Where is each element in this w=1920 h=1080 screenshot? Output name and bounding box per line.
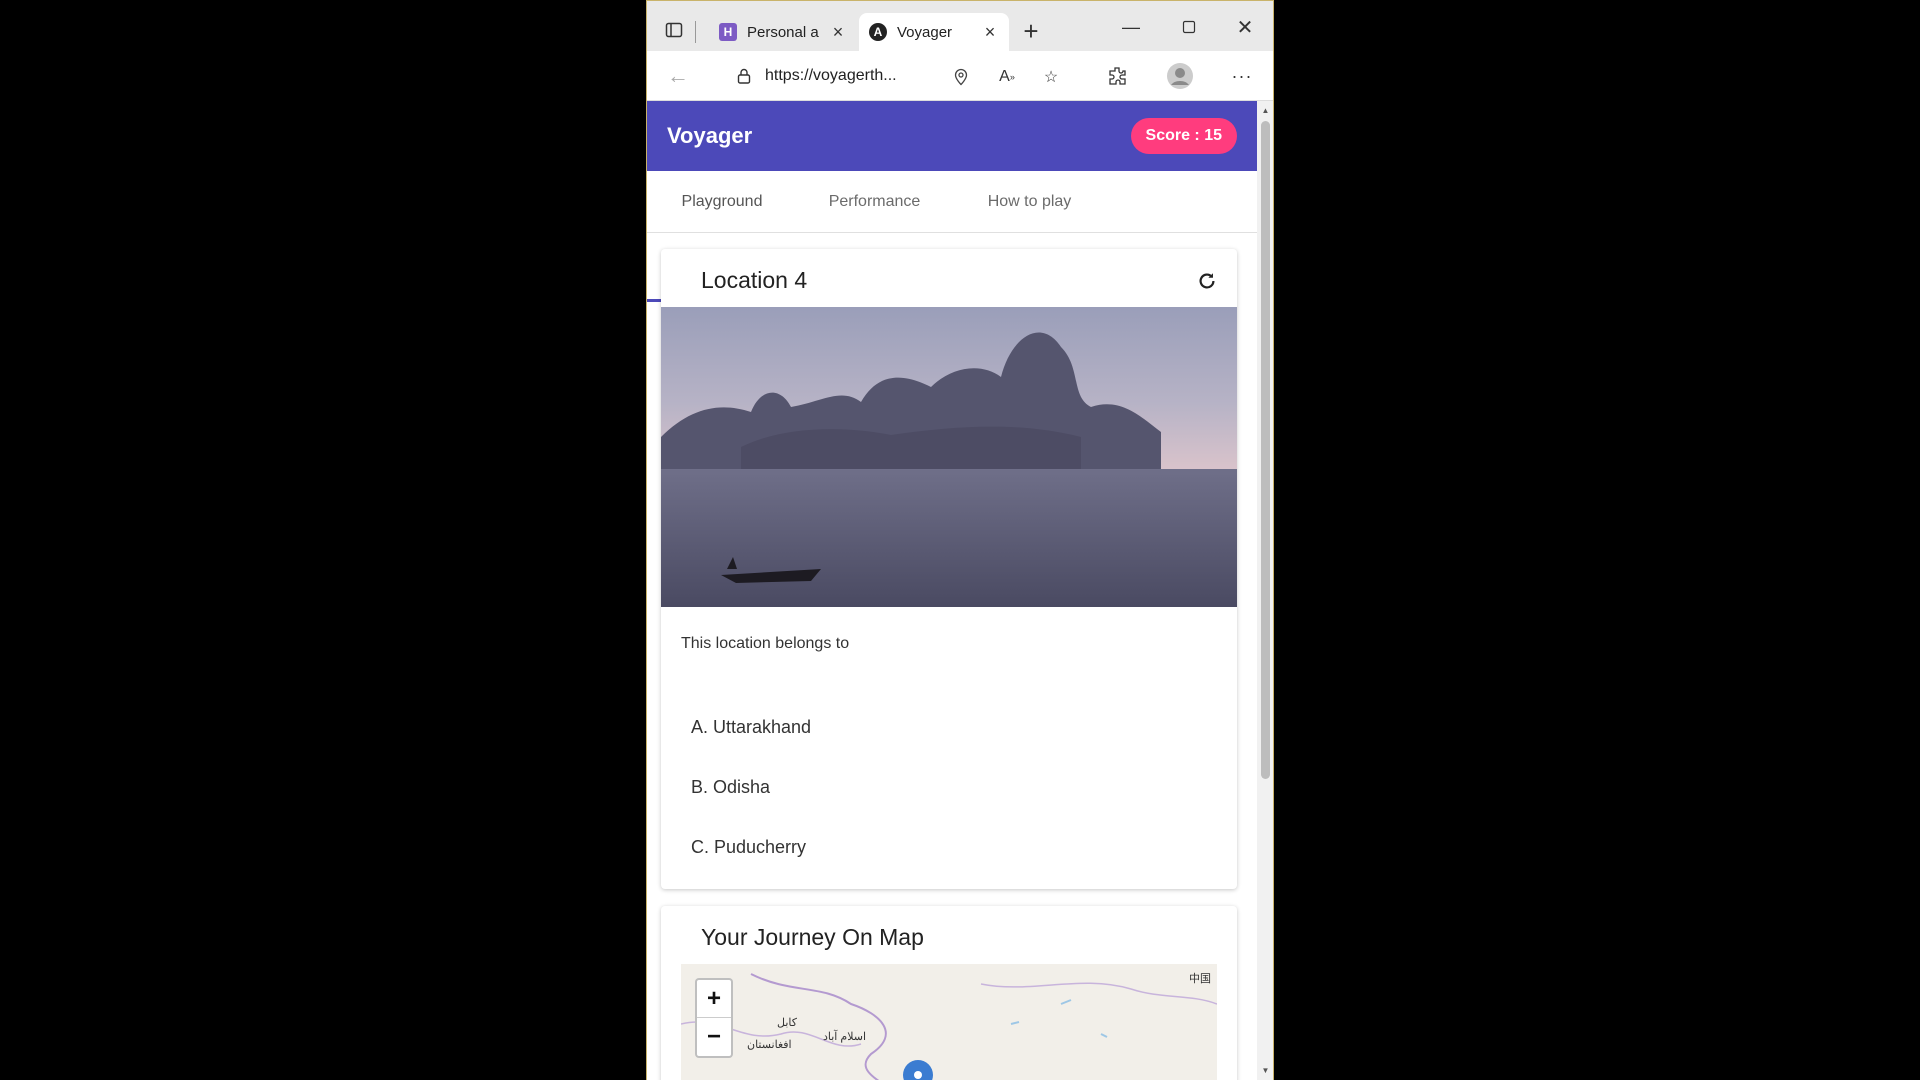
tab-title: Voyager	[897, 23, 953, 41]
tab-close-icon[interactable]: ×	[829, 22, 847, 43]
back-button[interactable]: ←	[665, 63, 691, 89]
address-toolbar: ← https://voyagerth... A» ☆ ···	[647, 51, 1273, 101]
lock-icon[interactable]	[735, 67, 753, 85]
scroll-up-arrow-icon[interactable]: ▲	[1257, 101, 1273, 119]
extensions-icon[interactable]	[1106, 65, 1128, 87]
location-card: Location 4 This location belongs to A. U…	[661, 249, 1237, 889]
tab-close-icon[interactable]: ×	[981, 22, 999, 43]
map-label: 中国	[1189, 973, 1211, 985]
map-label: کابل	[777, 1017, 797, 1029]
read-aloud-icon[interactable]: A»	[997, 67, 1017, 87]
favorites-icon[interactable]: ☆	[1041, 67, 1061, 87]
more-menu-icon[interactable]: ···	[1229, 63, 1255, 89]
map-label: افغانستان	[747, 1039, 792, 1051]
answer-option-a[interactable]: A. Uttarakhand	[691, 717, 811, 738]
location-title: Location 4	[701, 267, 808, 293]
map-label: اسلام آباد	[823, 1031, 867, 1043]
tab-favicon-icon: H	[719, 23, 737, 41]
page-scrollbar[interactable]: ▲ ▼	[1257, 101, 1273, 1080]
nav-tabs: Playground Performance How to play	[647, 171, 1257, 302]
close-window-button[interactable]: ✕	[1233, 15, 1257, 39]
location-photo	[661, 307, 1237, 607]
new-tab-button[interactable]: +	[1019, 16, 1043, 46]
browser-tab-personal[interactable]: H Personal a ×	[709, 13, 857, 51]
scrollbar-thumb[interactable]	[1261, 121, 1270, 779]
page-viewport: Voyager Score : 15 Playground Performanc…	[647, 101, 1257, 1080]
browser-window: H Personal a × A Voyager × + — ✕ ← https…	[646, 0, 1274, 1080]
journey-map-card: Your Journey On Map کابل اسلام آباد افغا…	[661, 906, 1237, 1080]
location-icon[interactable]	[951, 67, 971, 87]
map-zoom-control: + −	[695, 978, 733, 1058]
map-title: Your Journey On Map	[701, 924, 924, 950]
answer-option-c[interactable]: C. Puducherry	[691, 837, 806, 858]
answer-option-b[interactable]: B. Odisha	[691, 777, 770, 798]
tab-performance[interactable]: Performance	[797, 171, 952, 233]
maximize-button[interactable]	[1177, 15, 1201, 39]
tab-strip: H Personal a × A Voyager × + — ✕	[647, 1, 1273, 51]
minimize-button[interactable]: —	[1119, 15, 1143, 39]
map-borders	[681, 973, 1217, 1080]
app-toolbar: Voyager Score : 15	[647, 101, 1257, 171]
tab-how-to-play[interactable]: How to play	[952, 171, 1107, 233]
score-badge[interactable]: Score : 15	[1130, 118, 1237, 154]
question-text: This location belongs to	[681, 635, 850, 652]
url-text[interactable]: https://voyagerth...	[765, 67, 915, 85]
zoom-out-button[interactable]: −	[697, 1018, 731, 1056]
journey-map[interactable]: کابل اسلام آباد افغانستان 中国 + −	[681, 964, 1217, 1080]
tab-playground[interactable]: Playground	[647, 171, 797, 233]
tab-separator	[695, 21, 696, 43]
profile-avatar[interactable]	[1165, 61, 1195, 91]
tab-actions-icon[interactable]	[663, 19, 685, 41]
zoom-in-button[interactable]: +	[697, 980, 731, 1018]
browser-tab-voyager[interactable]: A Voyager ×	[859, 13, 1009, 51]
address-bar[interactable]: https://voyagerth... A» ☆	[719, 58, 1083, 94]
refresh-icon[interactable]	[1193, 267, 1221, 295]
tab-favicon-icon: A	[869, 23, 887, 41]
tab-title: Personal a	[747, 23, 819, 41]
app-title: Voyager	[667, 123, 753, 148]
scroll-down-arrow-icon[interactable]: ▼	[1257, 1061, 1273, 1079]
